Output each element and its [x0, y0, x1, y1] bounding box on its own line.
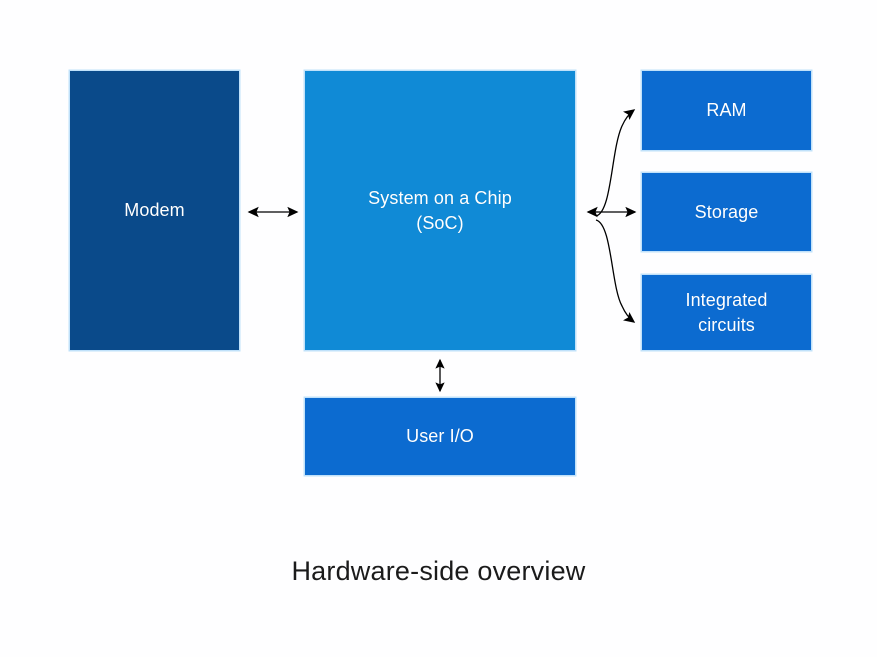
node-ram-label: RAM [706, 100, 747, 121]
node-soc-label: System on a Chip (SoC) [362, 186, 518, 235]
node-integrated-circuits[interactable]: Integrated circuits [642, 275, 811, 350]
node-system-on-a-chip[interactable]: System on a Chip (SoC) [305, 71, 575, 350]
node-user-io[interactable]: User I/O [305, 398, 575, 475]
diagram-canvas: Modem System on a Chip (SoC) RAM Storage… [0, 0, 877, 657]
node-integrated-circuits-label-line2: circuits [698, 314, 755, 335]
diagram-caption: Hardware-side overview [291, 556, 586, 586]
node-soc-label-line2: (SoC) [416, 212, 464, 233]
connector-soc-ram [595, 109, 636, 217]
connector-soc-integrated-circuits [595, 219, 636, 323]
node-storage-label: Storage [694, 201, 759, 222]
node-modem[interactable]: Modem [70, 71, 239, 350]
node-integrated-circuits-label: Integrated circuits [679, 288, 773, 337]
node-storage[interactable]: Storage [642, 173, 811, 251]
node-user-io-label: User I/O [406, 426, 474, 447]
node-soc-label-line1: System on a Chip [368, 188, 512, 209]
node-modem-label: Modem [124, 200, 185, 221]
node-integrated-circuits-label-line1: Integrated [685, 290, 768, 311]
node-ram[interactable]: RAM [642, 71, 811, 150]
